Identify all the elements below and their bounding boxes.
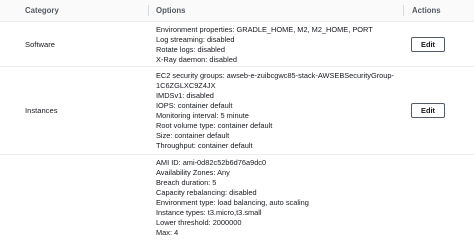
edit-software-button[interactable]: Edit: [411, 37, 445, 52]
options-list: EC2 security groups: awseb-e-zuibcgwc85-…: [156, 71, 401, 151]
category-label: Software: [25, 40, 55, 49]
category-label: Instances: [25, 106, 58, 115]
option-text: AMI ID: ami-0d82c52b6d76a9dc0: [156, 158, 267, 167]
column-header-actions: Actions: [412, 6, 441, 15]
option-text: Root volume type: container default: [156, 121, 273, 130]
option-text: Rotate logs: disabled: [156, 45, 226, 54]
option-text: EC2 security groups: awseb-e-zuibcgwc85-…: [156, 71, 394, 80]
options-list: AMI ID: ami-0d82c52b6d76a9dc0 Availabili…: [156, 158, 401, 238]
option-text: IOPS: container default: [156, 101, 233, 110]
option-text: Lower threshold: 2000000: [156, 218, 242, 227]
table-header: Category Options Actions: [0, 0, 474, 22]
column-header-category[interactable]: Category: [25, 0, 59, 21]
table-row-instances: Instances EC2 security groups: awseb-e-z…: [0, 67, 474, 155]
option-text: Max: 4: [156, 228, 179, 237]
column-divider[interactable]: [403, 5, 404, 16]
option-text: X-Ray daemon: disabled: [156, 55, 237, 64]
option-text: Throughput: container default: [156, 141, 253, 150]
option-text: Environment type: load balancing, auto s…: [156, 198, 309, 207]
option-text: 1C6ZGLXC9Z4JX: [156, 81, 216, 90]
column-header-options[interactable]: Options: [156, 0, 185, 21]
option-text: Breach duration: 5: [156, 178, 217, 187]
option-text: IMDSv1: disabled: [156, 91, 214, 100]
option-text: Instance types: t3.micro,t3.small: [156, 208, 262, 217]
table-row-capacity: AMI ID: ami-0d82c52b6d76a9dc0 Availabili…: [0, 155, 474, 245]
option-text: Environment properties: GRADLE_HOME, M2,…: [156, 25, 373, 34]
configuration-table: Category Options Actions Software Enviro…: [0, 0, 474, 240]
edit-instances-button[interactable]: Edit: [411, 103, 445, 118]
column-divider[interactable]: [148, 5, 149, 16]
table-row-software: Software Environment properties: GRADLE_…: [0, 22, 474, 67]
option-text: Monitoring interval: 5 minute: [156, 111, 249, 120]
option-text: Size: container default: [156, 131, 230, 140]
option-text: Availability Zones: Any: [156, 168, 230, 177]
options-list: Environment properties: GRADLE_HOME, M2,…: [156, 25, 401, 65]
option-text: Capacity rebalancing: disabled: [156, 188, 257, 197]
option-text: Log streaming: disabled: [156, 35, 235, 44]
